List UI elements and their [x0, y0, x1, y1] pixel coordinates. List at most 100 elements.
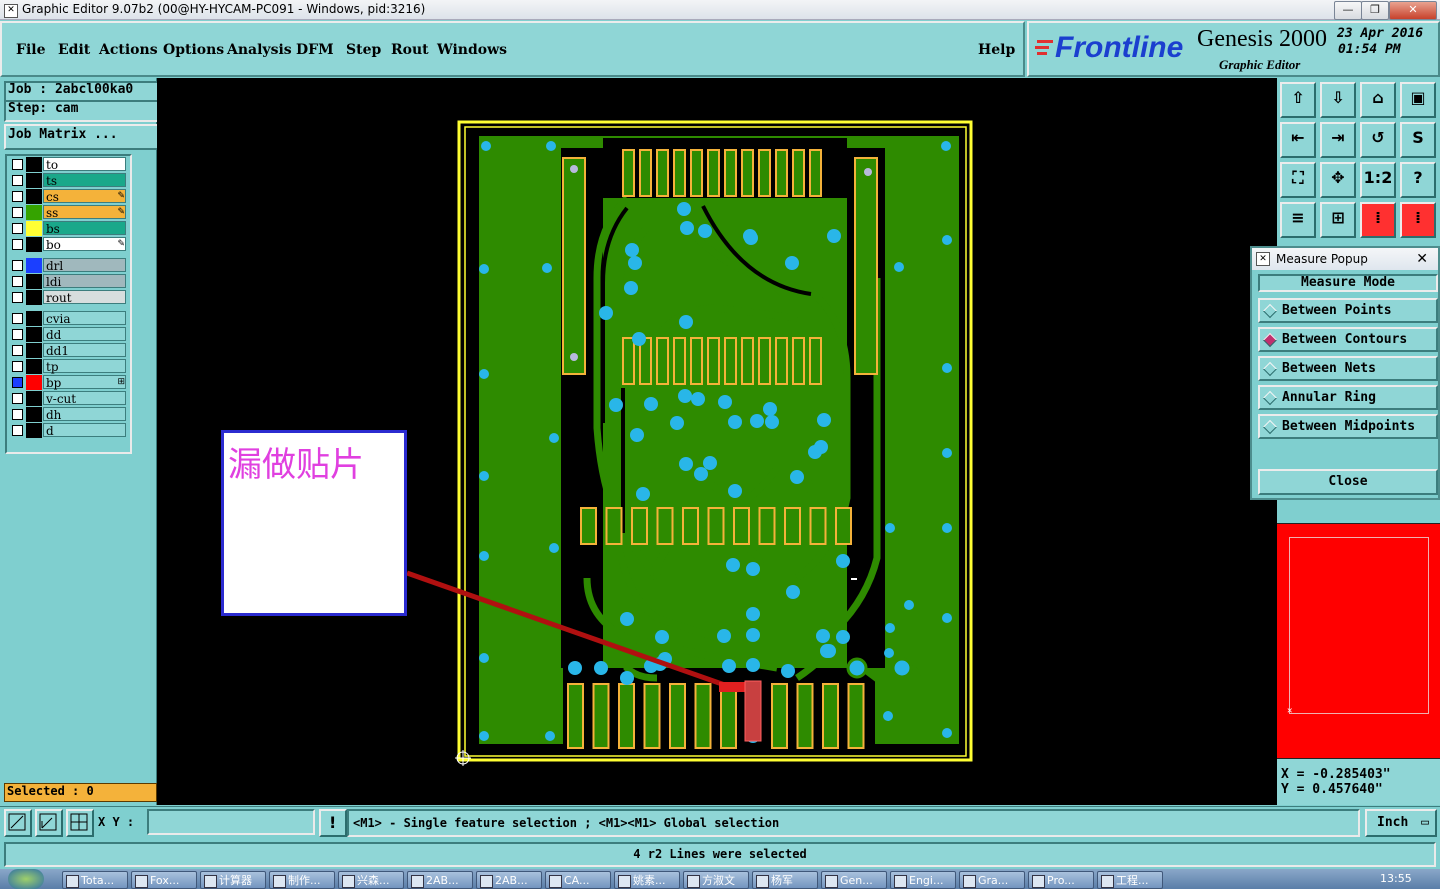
measure-option[interactable]: Between Points [1258, 298, 1438, 323]
layer-checkbox[interactable] [12, 425, 23, 436]
tool-button-download[interactable]: ⇩ [1320, 82, 1356, 118]
layer-name[interactable]: ldi [43, 274, 126, 289]
tool-button-net-red[interactable]: ⁞ [1360, 202, 1396, 238]
taskbar-item[interactable]: 姚素... [614, 871, 680, 889]
layer-name[interactable]: ts [43, 173, 126, 188]
maximize-button[interactable]: ❐ [1361, 1, 1389, 20]
layer-checkbox[interactable] [12, 276, 23, 287]
menu-edit[interactable]: Edit [58, 42, 90, 58]
tool-button-step[interactable]: S [1400, 122, 1436, 158]
window-title-bar[interactable]: ✕ Graphic Editor 9.07b2 (00@HY-HYCAM-PC0… [0, 0, 1440, 20]
layer-checkbox[interactable] [12, 239, 23, 250]
layer-name[interactable]: dd1 [43, 343, 126, 358]
layer-row-cvia[interactable]: cvia [9, 311, 127, 326]
layer-name[interactable]: rout [43, 290, 126, 305]
taskbar-item[interactable]: 2AB... [407, 871, 473, 889]
measure-option[interactable]: Between Nets [1258, 356, 1438, 381]
layer-name[interactable]: bp [43, 375, 126, 390]
layer-row-rout[interactable]: rout [9, 290, 127, 305]
layer-checkbox[interactable] [12, 329, 23, 340]
menu-step[interactable]: Step [346, 42, 381, 58]
taskbar-item[interactable]: Tota... [62, 871, 128, 889]
layer-checkbox[interactable] [12, 207, 23, 218]
layer-checkbox[interactable] [12, 313, 23, 324]
taskbar-item[interactable]: 杨军 [752, 871, 818, 889]
alert-button[interactable]: ! [319, 809, 347, 837]
tool-button-upload[interactable]: ⇧ [1280, 82, 1316, 118]
measure-option[interactable]: Between Contours [1258, 327, 1438, 352]
taskbar-item[interactable]: Gra... [959, 871, 1025, 889]
layer-checkbox[interactable] [12, 191, 23, 202]
layer-row-ts[interactable]: ts [9, 173, 127, 188]
layer-name[interactable]: v-cut [43, 391, 126, 406]
layer-row-cs[interactable]: cs ✎ [9, 189, 127, 204]
measure-option[interactable]: Between Midpoints [1258, 414, 1438, 439]
taskbar-item[interactable]: 兴森... [338, 871, 404, 889]
layer-checkbox[interactable] [12, 292, 23, 303]
menu-options[interactable]: Options [163, 42, 224, 58]
tool-button-home[interactable]: ⌂ [1360, 82, 1396, 118]
layer-name[interactable]: d [43, 423, 126, 438]
layer-name[interactable]: bo [43, 237, 126, 252]
measure-close-button[interactable]: Close [1258, 469, 1438, 495]
tool-button-layer-tools[interactable]: ≡ [1280, 202, 1316, 238]
measure-option[interactable]: Annular Ring [1258, 385, 1438, 410]
layer-checkbox[interactable] [12, 393, 23, 404]
layer-name[interactable]: cvia [43, 311, 126, 326]
close-window-button[interactable]: ✕ [1389, 1, 1437, 20]
menu-file[interactable]: File [16, 42, 45, 58]
layer-row-bo[interactable]: bo ✎ [9, 237, 127, 252]
layer-row-v-cut[interactable]: v-cut [9, 391, 127, 406]
taskbar-item[interactable]: Fox... [131, 871, 197, 889]
graphic-canvas[interactable]: 漏做贴片 [157, 78, 1277, 805]
layer-row-d[interactable]: d [9, 423, 127, 438]
layer-checkbox[interactable] [12, 377, 23, 388]
tool-button-net-red2[interactable]: ⁞ [1400, 202, 1436, 238]
layer-row-dh[interactable]: dh [9, 407, 127, 422]
snap-button[interactable] [35, 809, 63, 837]
layer-row-tp[interactable]: tp [9, 359, 127, 374]
layer-name[interactable]: drl [43, 258, 126, 273]
tool-button-export[interactable]: ⇥ [1320, 122, 1356, 158]
select-arrow-button[interactable] [4, 809, 32, 837]
layer-row-ldi[interactable]: ldi [9, 274, 127, 289]
tool-button-zoom-center[interactable]: ✥ [1320, 162, 1356, 198]
layer-name[interactable]: to [43, 157, 126, 172]
layer-checkbox[interactable] [12, 409, 23, 420]
layer-row-dd[interactable]: dd [9, 327, 127, 342]
layer-row-bs[interactable]: bs [9, 221, 127, 236]
minimize-button[interactable]: — [1334, 1, 1362, 20]
layer-checkbox[interactable] [12, 159, 23, 170]
taskbar-item[interactable]: 2AB... [476, 871, 542, 889]
menu-help[interactable]: Help [978, 42, 1015, 58]
menu-actions[interactable]: Actions [99, 42, 158, 58]
tool-button-help[interactable]: ? [1400, 162, 1436, 198]
tool-button-scale[interactable]: 1:2 [1360, 162, 1396, 198]
menu-rout[interactable]: Rout [391, 42, 429, 58]
layer-name[interactable]: bs [43, 221, 126, 236]
taskbar-item[interactable]: 制作... [269, 871, 335, 889]
tool-button-import[interactable]: ⇤ [1280, 122, 1316, 158]
taskbar-item[interactable]: CA... [545, 871, 611, 889]
layer-name[interactable]: dd [43, 327, 126, 342]
grid-button[interactable] [66, 809, 94, 837]
tool-button-zoom-fit[interactable]: ⛶ [1280, 162, 1316, 198]
layer-checkbox[interactable] [12, 223, 23, 234]
menu-windows[interactable]: Windows [437, 42, 507, 58]
tool-button-grid[interactable]: ⊞ [1320, 202, 1356, 238]
layer-row-bp[interactable]: bp ⊞ [9, 375, 127, 390]
taskbar-item[interactable]: 方淑文 [683, 871, 749, 889]
layer-name[interactable]: tp [43, 359, 126, 374]
layer-checkbox[interactable] [12, 361, 23, 372]
menu-analysis[interactable]: Analysis [227, 42, 292, 58]
taskbar-item[interactable]: 工程... [1097, 871, 1163, 889]
layer-checkbox[interactable] [12, 175, 23, 186]
measure-popup-title-bar[interactable]: ✕ Measure Popup ✕ [1252, 248, 1438, 270]
menu-dfm[interactable]: DFM [296, 42, 334, 58]
units-button[interactable]: Inch ▭ [1365, 809, 1437, 837]
start-button[interactable] [8, 869, 44, 889]
job-matrix-button[interactable]: Job Matrix ... [4, 124, 159, 150]
layer-checkbox[interactable] [12, 260, 23, 271]
layer-name[interactable]: ss [43, 205, 126, 220]
popup-close-icon[interactable]: ✕ [1416, 248, 1428, 270]
